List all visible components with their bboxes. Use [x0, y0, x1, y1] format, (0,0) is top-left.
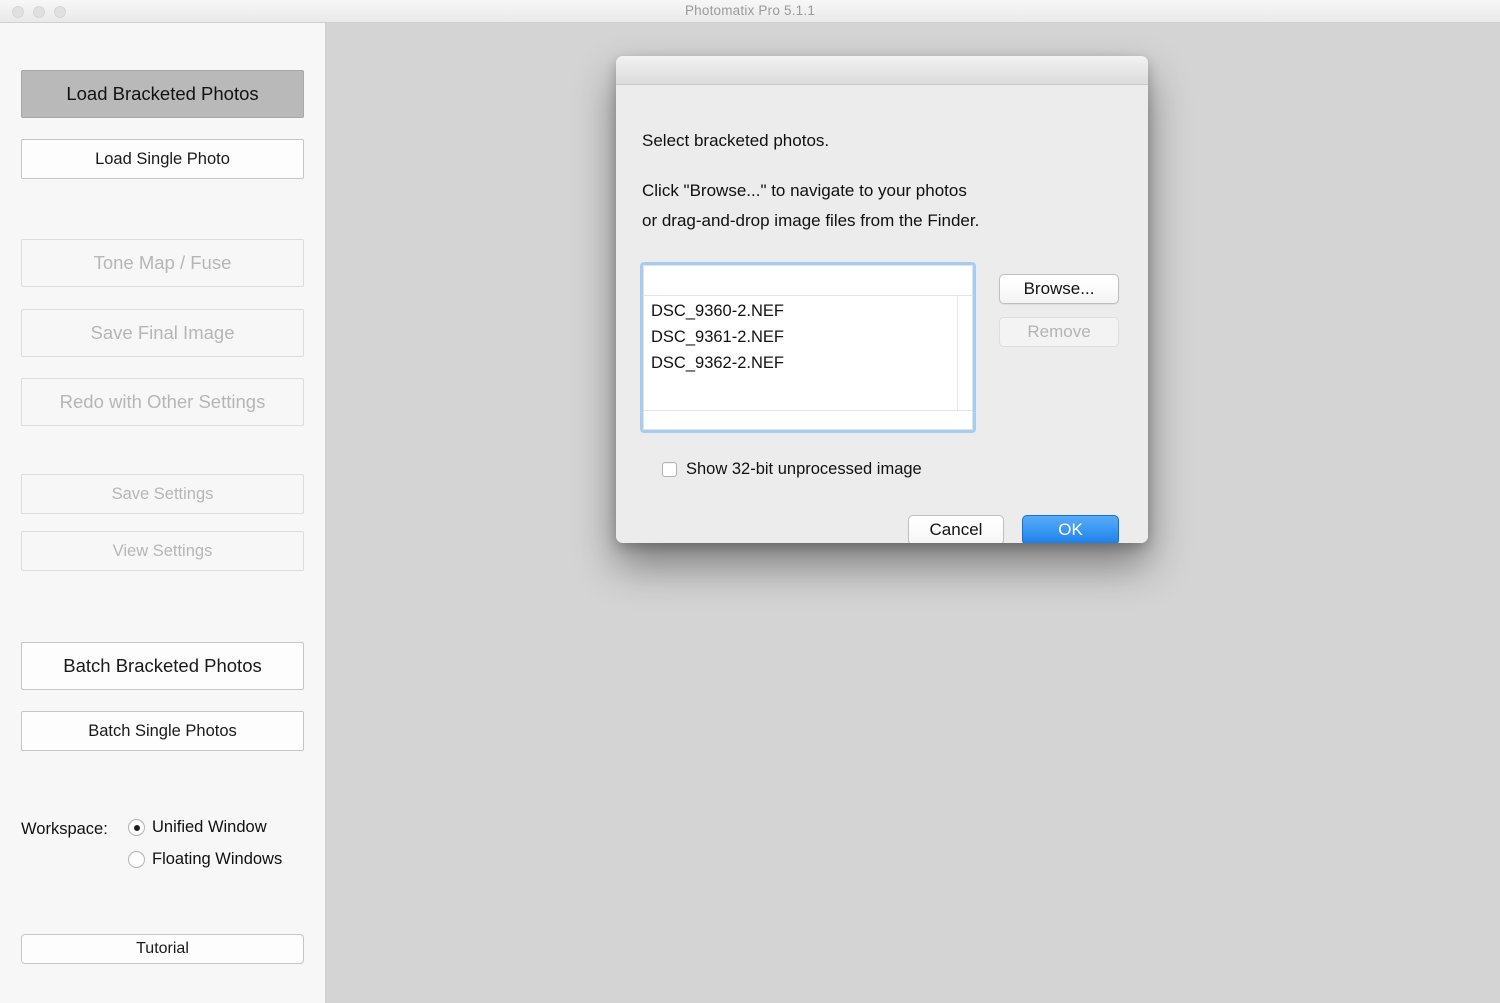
batch-single-photos-button[interactable]: Batch Single Photos [21, 711, 304, 751]
workspace-radio-floating-windows[interactable]: Floating Windows [128, 850, 282, 869]
radio-unselected-icon [128, 851, 145, 868]
dialog-instruction-line-2: or drag-and-drop image files from the Fi… [642, 211, 980, 230]
app-window: Photomatix Pro 5.1.1 Load Bracketed Phot… [0, 0, 1500, 1003]
file-list-footer-strip [644, 410, 972, 429]
dialog-titlebar[interactable] [616, 56, 1148, 85]
list-item[interactable]: DSC_9361-2.NEF [651, 324, 954, 350]
workspace-label: Workspace: [21, 820, 108, 838]
dialog-heading: Select bracketed photos. [642, 131, 830, 150]
show-32bit-unprocessed-image-label: Show 32-bit unprocessed image [686, 460, 922, 478]
radio-selected-icon [128, 819, 145, 836]
show-32bit-unprocessed-image-checkbox[interactable]: Show 32-bit unprocessed image [662, 460, 922, 479]
cancel-button[interactable]: Cancel [908, 515, 1004, 543]
redo-with-other-settings-button[interactable]: Redo with Other Settings [21, 378, 304, 426]
tutorial-button[interactable]: Tutorial [21, 934, 304, 964]
batch-bracketed-photos-button[interactable]: Batch Bracketed Photos [21, 642, 304, 690]
browse-button[interactable]: Browse... [999, 274, 1119, 304]
window-title: Photomatix Pro 5.1.1 [684, 3, 816, 18]
file-list-header-strip [644, 266, 972, 296]
list-item[interactable]: DSC_9362-2.NEF [651, 350, 954, 376]
file-list[interactable]: DSC_9360-2.NEF DSC_9361-2.NEF DSC_9362-2… [640, 262, 976, 433]
file-list-scrollbar[interactable] [957, 296, 972, 410]
dialog-instruction-line-1: Click "Browse..." to navigate to your ph… [642, 181, 967, 200]
checkbox-unchecked-icon [662, 462, 677, 477]
workspace-radio-unified-window[interactable]: Unified Window [128, 818, 267, 837]
load-bracketed-photos-button[interactable]: Load Bracketed Photos [21, 70, 304, 118]
save-settings-button[interactable]: Save Settings [21, 474, 304, 514]
view-settings-button[interactable]: View Settings [21, 531, 304, 571]
list-item[interactable]: DSC_9360-2.NEF [651, 298, 954, 324]
save-final-image-button[interactable]: Save Final Image [21, 309, 304, 357]
tone-map-fuse-button[interactable]: Tone Map / Fuse [21, 239, 304, 287]
file-list-items: DSC_9360-2.NEF DSC_9361-2.NEF DSC_9362-2… [651, 298, 954, 376]
remove-button[interactable]: Remove [999, 317, 1119, 347]
ok-button[interactable]: OK [1022, 515, 1119, 543]
select-bracketed-photos-dialog: Select bracketed photos. Click "Browse..… [616, 56, 1148, 543]
sidebar: Load Bracketed Photos Load Single Photo … [0, 23, 326, 1003]
workspace-radio-floating-windows-label: Floating Windows [152, 850, 283, 868]
dialog-body: Select bracketed photos. Click "Browse..… [616, 85, 1148, 543]
load-single-photo-button[interactable]: Load Single Photo [21, 139, 304, 179]
window-titlebar: Photomatix Pro 5.1.1 [0, 0, 1500, 23]
workspace-radio-unified-window-label: Unified Window [152, 818, 267, 836]
file-list-inner: DSC_9360-2.NEF DSC_9361-2.NEF DSC_9362-2… [643, 265, 973, 430]
